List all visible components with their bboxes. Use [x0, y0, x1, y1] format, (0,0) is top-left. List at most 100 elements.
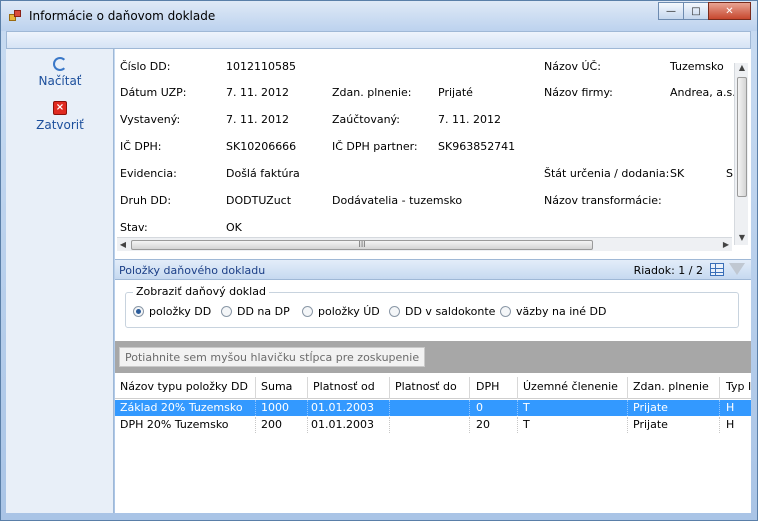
- table-cell: 01.01.2003: [311, 401, 374, 414]
- radio-label: položky ÚD: [318, 305, 380, 318]
- scroll-thumb[interactable]: [737, 77, 747, 197]
- cislo-dd-value: 1012110585: [226, 60, 296, 73]
- scroll-down-icon[interactable]: ▼: [735, 233, 749, 245]
- zauctovany-value: 7. 11. 2012: [438, 113, 501, 126]
- table-cell: Prijate: [633, 401, 668, 414]
- nazov-uc-value: Tuzemsko: [670, 60, 724, 73]
- filter-icon[interactable]: [729, 263, 745, 275]
- radio-dot: [389, 306, 400, 317]
- radio-dot-selected: [133, 306, 144, 317]
- document-info-panel: Číslo DD: 1012110585 Dátum UZP: 7. 11. 2…: [115, 49, 751, 255]
- radio-dd-na-dp[interactable]: DD na DP: [221, 305, 290, 318]
- datum-uzp-label: Dátum UZP:: [120, 86, 187, 99]
- ic-dph-value: SK10206666: [226, 140, 297, 153]
- radio-label: položky DD: [149, 305, 212, 318]
- scroll-thumb-horizontal[interactable]: III: [131, 240, 593, 250]
- column-header[interactable]: Platnosť od: [313, 380, 375, 393]
- close-label: Zatvoriť: [36, 118, 84, 132]
- sidebar: Načítať × Zatvoriť: [6, 49, 114, 513]
- table-row[interactable]: DPH 20% Tuzemsko 200 01.01.2003 20 T Pri…: [115, 417, 751, 433]
- ic-dph-label: IČ DPH:: [120, 140, 162, 153]
- table-cell: 200: [261, 418, 282, 431]
- scroll-left-icon[interactable]: ◀: [117, 238, 129, 252]
- info-vertical-scrollbar[interactable]: ▲ ▼: [734, 63, 748, 245]
- info-horizontal-scrollbar[interactable]: ◀ III ▶: [117, 237, 732, 251]
- table-cell: Základ 20% Tuzemsko: [120, 401, 243, 414]
- table-cell: 1000: [261, 401, 289, 414]
- table-row[interactable]: Základ 20% Tuzemsko 1000 01.01.2003 0 T …: [115, 400, 751, 416]
- scroll-right-icon[interactable]: ▶: [720, 238, 732, 252]
- column-header[interactable]: Územné členenie: [523, 380, 618, 393]
- nazov-firmy-label: Názov firmy:: [544, 86, 613, 99]
- close-window-button[interactable]: ✕: [708, 2, 751, 20]
- zdan-plnenie-value: Prijaté: [438, 86, 473, 99]
- druh-dd-label: Druh DD:: [120, 194, 172, 207]
- radio-dot: [221, 306, 232, 317]
- zauctovany-label: Zaúčtovaný:: [332, 113, 400, 126]
- cislo-dd-label: Číslo DD:: [120, 60, 171, 73]
- column-header[interactable]: Typ I: [726, 380, 751, 393]
- zdan-plnenie-label: Zdan. plnenie:: [332, 86, 412, 99]
- group-by-panel[interactable]: Potiahnite sem myšou hlavičku stĺpca pre…: [115, 341, 751, 373]
- main-window: Informácie o daňovom doklade — □ ✕ Načít…: [0, 0, 758, 521]
- nazov-uc-label: Názov ÚČ:: [544, 60, 601, 73]
- radio-polozky-dd[interactable]: položky DD: [133, 305, 211, 318]
- load-label: Načítať: [38, 74, 82, 88]
- radio-dot: [500, 306, 511, 317]
- close-icon: ×: [53, 101, 67, 115]
- column-header[interactable]: Suma: [261, 380, 292, 393]
- table-cell: T: [523, 401, 530, 414]
- stav-label: Stav:: [120, 221, 148, 234]
- radio-vazby-na-ine-dd[interactable]: väzby na iné DD: [500, 305, 606, 318]
- view-option-legend: Zobraziť daňový doklad: [133, 285, 269, 298]
- table-cell: DPH 20% Tuzemsko: [120, 418, 229, 431]
- table-cell: H: [726, 418, 735, 431]
- refresh-icon: [53, 57, 67, 71]
- druh-dd-value: DODTUZuct: [226, 194, 292, 207]
- app-icon: [9, 9, 23, 23]
- column-header[interactable]: DPH: [476, 380, 499, 393]
- druh-dd-description: Dodávatelia - tuzemsko: [332, 194, 463, 207]
- radio-label: DD v saldokonte: [405, 305, 496, 318]
- table-cell: H: [726, 401, 735, 414]
- nazov-transformacie-label: Názov transformácie:: [544, 194, 662, 207]
- title-bar[interactable]: Informácie o daňovom doklade — □ ✕: [1, 1, 757, 31]
- table-cell: 20: [476, 418, 490, 431]
- group-by-hint: Potiahnite sem myšou hlavičku stĺpca pre…: [119, 347, 426, 367]
- grid-view-icon[interactable]: [710, 263, 724, 276]
- table-header: Názov typu položky DD Suma Platnosť od P…: [115, 375, 751, 399]
- stav-value: OK: [226, 221, 242, 234]
- close-button[interactable]: × Zatvoriť: [6, 101, 114, 132]
- load-button[interactable]: Načítať: [6, 57, 114, 88]
- table-cell: Prijate: [633, 418, 668, 431]
- items-section-header: Položky daňového dokladu Riadok: 1 / 2: [115, 259, 751, 280]
- ic-dph-partner-value: SK963852741: [438, 140, 516, 153]
- vystaveny-value: 7. 11. 2012: [226, 113, 289, 126]
- row-counter: Riadok: 1 / 2: [633, 264, 703, 277]
- column-header[interactable]: Názov typu položky DD: [120, 380, 248, 393]
- minimize-button[interactable]: —: [658, 2, 684, 20]
- radio-dd-v-saldokonte[interactable]: DD v saldokonte: [389, 305, 495, 318]
- radio-label: väzby na iné DD: [516, 305, 607, 318]
- nazov-firmy-value: Andrea, a.s.: [670, 86, 736, 99]
- evidencia-value: Došlá faktúra: [226, 167, 300, 180]
- radio-polozky-ud[interactable]: položky ÚD: [302, 305, 380, 318]
- table-cell: 0: [476, 401, 483, 414]
- radio-label: DD na DP: [237, 305, 290, 318]
- vystaveny-label: Vystavený:: [120, 113, 181, 126]
- toolstrip: [6, 31, 751, 49]
- table-cell: T: [523, 418, 530, 431]
- datum-uzp-value: 7. 11. 2012: [226, 86, 289, 99]
- evidencia-label: Evidencia:: [120, 167, 177, 180]
- stat-label: Štát určenia / dodania:: [544, 167, 670, 180]
- maximize-button[interactable]: □: [683, 2, 709, 20]
- column-header[interactable]: Platnosť do: [395, 380, 457, 393]
- window-title: Informácie o daňovom doklade: [29, 9, 216, 23]
- main-panel: Číslo DD: 1012110585 Dátum UZP: 7. 11. 2…: [115, 49, 751, 513]
- scroll-up-icon[interactable]: ▲: [735, 63, 749, 75]
- table-cell: 01.01.2003: [311, 418, 374, 431]
- radio-dot: [302, 306, 313, 317]
- ic-dph-partner-label: IČ DPH partner:: [332, 140, 418, 153]
- items-section-title: Položky daňového dokladu: [119, 264, 266, 277]
- column-header[interactable]: Zdan. plnenie: [633, 380, 709, 393]
